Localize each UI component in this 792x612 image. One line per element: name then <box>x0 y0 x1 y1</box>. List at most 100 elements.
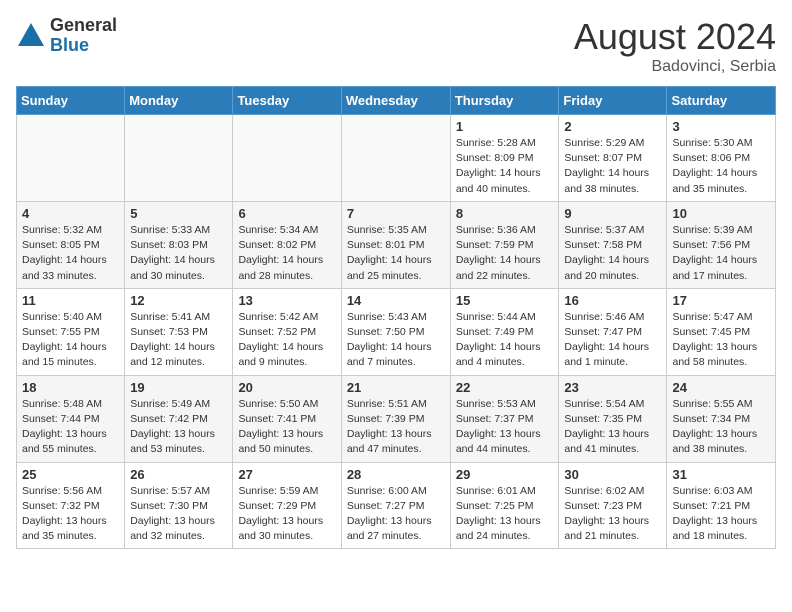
day-number: 31 <box>672 467 770 482</box>
day-number: 28 <box>347 467 445 482</box>
day-info: Sunrise: 5:49 AM Sunset: 7:42 PM Dayligh… <box>130 397 227 458</box>
calendar-cell: 31 Sunrise: 6:03 AM Sunset: 7:21 PM Dayli… <box>667 462 776 549</box>
calendar-cell: 18 Sunrise: 5:48 AM Sunset: 7:44 PM Dayli… <box>17 375 125 462</box>
day-number: 1 <box>456 119 554 134</box>
day-number: 22 <box>456 380 554 395</box>
day-number: 6 <box>238 206 335 221</box>
calendar-cell: 8 Sunrise: 5:36 AM Sunset: 7:59 PM Daylig… <box>450 201 559 288</box>
page-header: General Blue August 2024 Badovinci, Serb… <box>16 16 776 76</box>
calendar-cell: 19 Sunrise: 5:49 AM Sunset: 7:42 PM Dayli… <box>125 375 233 462</box>
day-number: 26 <box>130 467 227 482</box>
day-info: Sunrise: 5:54 AM Sunset: 7:35 PM Dayligh… <box>564 397 661 458</box>
day-info: Sunrise: 5:39 AM Sunset: 7:56 PM Dayligh… <box>672 223 770 284</box>
day-info: Sunrise: 5:30 AM Sunset: 8:06 PM Dayligh… <box>672 136 770 197</box>
calendar-cell: 2 Sunrise: 5:29 AM Sunset: 8:07 PM Daylig… <box>559 115 667 202</box>
day-info: Sunrise: 5:34 AM Sunset: 8:02 PM Dayligh… <box>238 223 335 284</box>
logo-icon <box>16 21 46 51</box>
day-info: Sunrise: 5:36 AM Sunset: 7:59 PM Dayligh… <box>456 223 554 284</box>
calendar-cell: 9Sunrise: 5:37 AM Sunset: 7:58 PM Daylig… <box>559 201 667 288</box>
day-number: 7 <box>347 206 445 221</box>
weekday-header-sunday: Sunday <box>17 87 125 115</box>
day-info: Sunrise: 5:32 AM Sunset: 8:05 PM Dayligh… <box>22 223 119 284</box>
calendar-cell: 12Sunrise: 5:41 AM Sunset: 7:53 PM Dayli… <box>125 288 233 375</box>
calendar-cell <box>233 115 341 202</box>
day-info: Sunrise: 5:42 AM Sunset: 7:52 PM Dayligh… <box>238 310 335 371</box>
day-info: Sunrise: 5:40 AM Sunset: 7:55 PM Dayligh… <box>22 310 119 371</box>
calendar-cell: 30 Sunrise: 6:02 AM Sunset: 7:23 PM Dayli… <box>559 462 667 549</box>
day-info: Sunrise: 5:46 AM Sunset: 7:47 PM Dayligh… <box>564 310 661 371</box>
day-number: 15 <box>456 293 554 308</box>
weekday-header-friday: Friday <box>559 87 667 115</box>
calendar-cell: 17 Sunrise: 5:47 AM Sunset: 7:45 PM Dayli… <box>667 288 776 375</box>
calendar-cell: 14 Sunrise: 5:43 AM Sunset: 7:50 PM Dayli… <box>341 288 450 375</box>
calendar-week-row: 25 Sunrise: 5:56 AM Sunset: 7:32 PM Dayli… <box>17 462 776 549</box>
day-info: Sunrise: 5:56 AM Sunset: 7:32 PM Dayligh… <box>22 484 119 545</box>
day-number: 17 <box>672 293 770 308</box>
day-number: 12 <box>130 293 227 308</box>
day-info: Sunrise: 5:43 AM Sunset: 7:50 PM Dayligh… <box>347 310 445 371</box>
weekday-header-tuesday: Tuesday <box>233 87 341 115</box>
calendar-cell: 15Sunrise: 5:44 AM Sunset: 7:49 PM Dayli… <box>450 288 559 375</box>
calendar-week-row: 4Sunrise: 5:32 AM Sunset: 8:05 PM Daylig… <box>17 201 776 288</box>
calendar-cell: 25 Sunrise: 5:56 AM Sunset: 7:32 PM Dayli… <box>17 462 125 549</box>
day-number: 5 <box>130 206 227 221</box>
calendar-cell: 5 Sunrise: 5:33 AM Sunset: 8:03 PM Daylig… <box>125 201 233 288</box>
calendar-cell: 26 Sunrise: 5:57 AM Sunset: 7:30 PM Dayli… <box>125 462 233 549</box>
day-number: 2 <box>564 119 661 134</box>
weekday-header-saturday: Saturday <box>667 87 776 115</box>
day-number: 10 <box>672 206 770 221</box>
calendar-week-row: 1 Sunrise: 5:28 AM Sunset: 8:09 PM Daylig… <box>17 115 776 202</box>
day-info: Sunrise: 6:03 AM Sunset: 7:21 PM Dayligh… <box>672 484 770 545</box>
day-info: Sunrise: 5:28 AM Sunset: 8:09 PM Dayligh… <box>456 136 554 197</box>
weekday-header-wednesday: Wednesday <box>341 87 450 115</box>
day-info: Sunrise: 5:35 AM Sunset: 8:01 PM Dayligh… <box>347 223 445 284</box>
day-number: 14 <box>347 293 445 308</box>
calendar-cell: 27 Sunrise: 5:59 AM Sunset: 7:29 PM Dayli… <box>233 462 341 549</box>
calendar-cell: 1 Sunrise: 5:28 AM Sunset: 8:09 PM Daylig… <box>450 115 559 202</box>
day-number: 19 <box>130 380 227 395</box>
calendar-cell: 24 Sunrise: 5:55 AM Sunset: 7:34 PM Dayli… <box>667 375 776 462</box>
day-info: Sunrise: 5:53 AM Sunset: 7:37 PM Dayligh… <box>456 397 554 458</box>
logo-blue-text: Blue <box>50 36 117 56</box>
calendar-cell: 6 Sunrise: 5:34 AM Sunset: 8:02 PM Daylig… <box>233 201 341 288</box>
day-number: 21 <box>347 380 445 395</box>
calendar-cell <box>341 115 450 202</box>
day-number: 13 <box>238 293 335 308</box>
weekday-header-thursday: Thursday <box>450 87 559 115</box>
day-number: 27 <box>238 467 335 482</box>
title-section: August 2024 Badovinci, Serbia <box>574 16 776 76</box>
calendar-cell: 4Sunrise: 5:32 AM Sunset: 8:05 PM Daylig… <box>17 201 125 288</box>
weekday-header-monday: Monday <box>125 87 233 115</box>
calendar-cell: 7 Sunrise: 5:35 AM Sunset: 8:01 PM Daylig… <box>341 201 450 288</box>
day-info: Sunrise: 5:47 AM Sunset: 7:45 PM Dayligh… <box>672 310 770 371</box>
calendar-cell: 21 Sunrise: 5:51 AM Sunset: 7:39 PM Dayli… <box>341 375 450 462</box>
day-info: Sunrise: 6:02 AM Sunset: 7:23 PM Dayligh… <box>564 484 661 545</box>
month-title: August 2024 <box>574 16 776 58</box>
logo-general-text: General <box>50 16 117 36</box>
day-number: 11 <box>22 293 119 308</box>
day-info: Sunrise: 5:59 AM Sunset: 7:29 PM Dayligh… <box>238 484 335 545</box>
calendar-week-row: 18 Sunrise: 5:48 AM Sunset: 7:44 PM Dayli… <box>17 375 776 462</box>
day-number: 16 <box>564 293 661 308</box>
day-info: Sunrise: 5:55 AM Sunset: 7:34 PM Dayligh… <box>672 397 770 458</box>
day-number: 20 <box>238 380 335 395</box>
logo: General Blue <box>16 16 117 56</box>
day-info: Sunrise: 5:29 AM Sunset: 8:07 PM Dayligh… <box>564 136 661 197</box>
calendar-cell: 29Sunrise: 6:01 AM Sunset: 7:25 PM Dayli… <box>450 462 559 549</box>
calendar-cell: 13 Sunrise: 5:42 AM Sunset: 7:52 PM Dayli… <box>233 288 341 375</box>
day-info: Sunrise: 5:51 AM Sunset: 7:39 PM Dayligh… <box>347 397 445 458</box>
day-info: Sunrise: 6:01 AM Sunset: 7:25 PM Dayligh… <box>456 484 554 545</box>
calendar-cell: 20Sunrise: 5:50 AM Sunset: 7:41 PM Dayli… <box>233 375 341 462</box>
day-info: Sunrise: 5:33 AM Sunset: 8:03 PM Dayligh… <box>130 223 227 284</box>
calendar-table: SundayMondayTuesdayWednesdayThursdayFrid… <box>16 86 776 549</box>
calendar-cell: 16 Sunrise: 5:46 AM Sunset: 7:47 PM Dayli… <box>559 288 667 375</box>
day-number: 8 <box>456 206 554 221</box>
day-number: 24 <box>672 380 770 395</box>
day-number: 25 <box>22 467 119 482</box>
day-info: Sunrise: 5:57 AM Sunset: 7:30 PM Dayligh… <box>130 484 227 545</box>
day-number: 30 <box>564 467 661 482</box>
day-info: Sunrise: 5:48 AM Sunset: 7:44 PM Dayligh… <box>22 397 119 458</box>
calendar-cell: 10 Sunrise: 5:39 AM Sunset: 7:56 PM Dayli… <box>667 201 776 288</box>
day-number: 18 <box>22 380 119 395</box>
calendar-cell: 28Sunrise: 6:00 AM Sunset: 7:27 PM Dayli… <box>341 462 450 549</box>
